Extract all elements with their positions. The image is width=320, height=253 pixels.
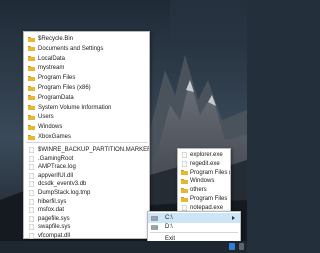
folder-item[interactable]: Documents and Settings: [24, 44, 149, 54]
folder-item[interactable]: Program Files: [24, 73, 149, 83]
menu-item-label: Documents and Settings: [38, 45, 104, 52]
submenu-arrow-icon: [232, 216, 235, 220]
file-icon: [182, 152, 187, 158]
folder-icon: [181, 196, 188, 202]
file-icon: [29, 147, 34, 153]
menu-item-label: XboxGames: [38, 134, 72, 140]
folder-item[interactable]: Users: [24, 112, 149, 122]
folder-icon: [28, 75, 35, 81]
drive-icon: [151, 215, 158, 221]
file-icon: [29, 181, 34, 188]
file-icon: [182, 160, 187, 167]
folder-icon: [28, 56, 35, 62]
file-icon: [29, 164, 34, 171]
folder-icon: [28, 95, 35, 101]
menu-item-label: Program Files (x86): [38, 85, 91, 91]
folder-item[interactable]: LocalData: [24, 54, 149, 64]
menu-item-label: Users: [38, 114, 54, 121]
menu-item-label: LocalData: [38, 55, 66, 62]
folder-icon: [28, 105, 35, 111]
folder-icon: [28, 134, 35, 140]
folder-icon: [28, 114, 35, 120]
menu-item-label: Program Files: [38, 75, 76, 82]
menu-item-label: $Recycle.Bin: [38, 36, 74, 42]
file-icon: [29, 198, 34, 205]
menu-item-label: System Volume Information: [38, 104, 112, 111]
folder-icon: [28, 36, 35, 42]
menu-item-label: D:\: [165, 224, 173, 230]
menu-item-label: ProgramData: [38, 94, 74, 101]
folder-item[interactable]: XboxGames: [24, 132, 149, 142]
folder-item[interactable]: Program Files (x86): [24, 83, 149, 93]
file-item[interactable]: vfcompat.dll: [24, 231, 149, 241]
file-icon: [29, 224, 34, 231]
drive-contents-menu: $Recycle.Bin Documents and Settings Loca…: [23, 31, 150, 239]
drive-icon: [151, 224, 158, 230]
menu-separator: [150, 232, 238, 233]
file-icon: [29, 172, 34, 179]
folder-item[interactable]: System Volume Information: [24, 103, 149, 113]
folder-icon: [181, 178, 188, 184]
folder-item[interactable]: $Recycle.Bin: [24, 34, 149, 44]
folder-icon: [28, 85, 35, 91]
tray-monitor-icon[interactable]: [239, 243, 244, 250]
folder-item[interactable]: ProgramData: [24, 93, 149, 103]
menu-item-label: Windows: [38, 124, 63, 131]
file-icon: [29, 155, 34, 162]
folder-item[interactable]: Windows: [24, 122, 149, 132]
menu-item-label: mystream: [38, 65, 65, 72]
folder-item[interactable]: mystream: [24, 63, 149, 73]
file-icon: [182, 204, 187, 211]
folder-icon: [181, 187, 188, 193]
tray-app-icon[interactable]: [229, 243, 235, 250]
taskbar: [0, 241, 247, 253]
drive-submenu: explorer.exe regedit.exe Program Files (…: [177, 148, 231, 212]
menu-separator: [26, 142, 148, 143]
menu-item-label: vfcompat.dll: [38, 233, 71, 239]
file-icon: [29, 190, 34, 196]
file-icon: [29, 233, 34, 239]
folder-icon: [28, 65, 35, 71]
folder-icon: [181, 170, 188, 176]
file-icon: [29, 207, 34, 214]
drive-item-d[interactable]: D:\: [148, 222, 240, 232]
folder-icon: [28, 46, 35, 52]
folder-icon: [28, 124, 35, 130]
file-icon: [29, 215, 34, 222]
